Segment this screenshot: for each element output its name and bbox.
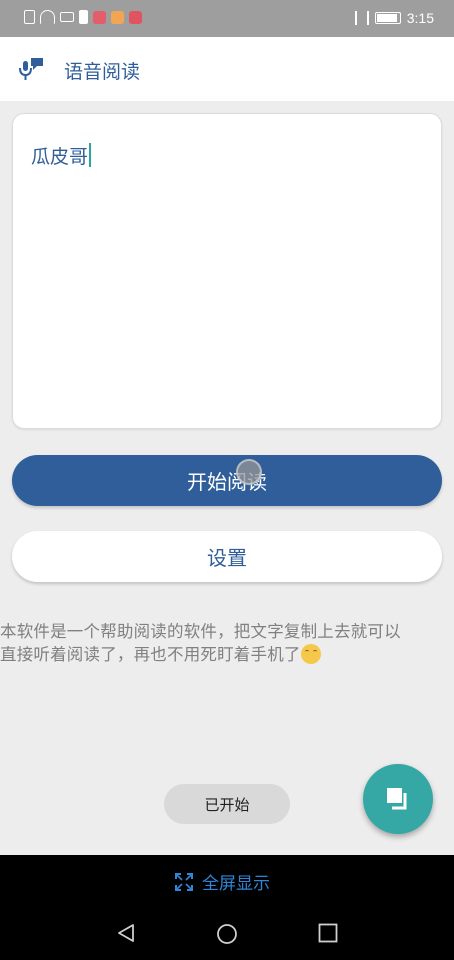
- app-description: 本软件是一个帮助阅读的软件，把文字复制上去就可以 直接听着阅读了，再也不用死盯着…: [0, 620, 454, 666]
- text-cursor: [89, 143, 92, 167]
- app-screen: 3:15 语音阅读 瓜皮哥 开始阅读 设置 本软件是一个帮助阅读的软件，把文字复…: [0, 0, 454, 960]
- nav-home-button[interactable]: [216, 923, 238, 949]
- copy-fab-button[interactable]: [363, 764, 433, 834]
- text-input-content[interactable]: 瓜皮哥: [31, 142, 92, 169]
- home-circle-icon: [217, 924, 237, 944]
- text-input-area[interactable]: 瓜皮哥: [12, 113, 442, 429]
- smile-emoji-icon: [300, 644, 321, 664]
- touch-indicator: [236, 459, 262, 485]
- status-toast: 已开始: [164, 784, 290, 824]
- description-line-2: 直接听着阅读了，再也不用死盯着手机了: [0, 645, 301, 664]
- settings-label: 设置: [207, 546, 247, 570]
- recent-square-icon: [318, 923, 338, 943]
- app-bar: 语音阅读: [0, 37, 454, 101]
- bottom-bar: 全屏显示: [0, 855, 454, 960]
- start-reading-button[interactable]: 开始阅读: [12, 455, 442, 506]
- expand-icon: [175, 872, 193, 891]
- nav-back-button[interactable]: [116, 923, 136, 947]
- vibrate-icon: [354, 11, 369, 25]
- nav-recent-button[interactable]: [318, 923, 338, 947]
- fullscreen-label: 全屏显示: [202, 874, 270, 894]
- fullscreen-button[interactable]: 全屏显示: [174, 869, 270, 894]
- battery-small-icon: [79, 10, 88, 24]
- description-line-1: 本软件是一个帮助阅读的软件，把文字复制上去就可以: [0, 622, 401, 641]
- toast-text: 已开始: [204, 795, 250, 814]
- status-bar: 3:15: [0, 0, 454, 37]
- status-bar-right-icons: 3:15: [354, 10, 434, 26]
- battery-icon: [374, 12, 401, 24]
- app-notify-icon: [111, 10, 124, 24]
- status-time: 3:15: [406, 10, 434, 26]
- description-line-2-wrap: 直接听着阅读了，再也不用死盯着手机了: [0, 643, 454, 666]
- wifi-icon: [40, 10, 55, 24]
- copy-icon: [387, 788, 407, 810]
- back-triangle-icon: [118, 924, 134, 942]
- settings-button[interactable]: 设置: [12, 531, 442, 582]
- mic-chat-icon: [18, 56, 46, 84]
- page-title: 语音阅读: [64, 61, 141, 83]
- data-icon: [60, 12, 74, 22]
- app-notify-icon: [93, 10, 106, 24]
- text-input-value: 瓜皮哥: [31, 146, 89, 168]
- app-notify-icon: [129, 10, 142, 24]
- status-bar-left-icons: [24, 10, 142, 24]
- sim-icon: [24, 10, 35, 24]
